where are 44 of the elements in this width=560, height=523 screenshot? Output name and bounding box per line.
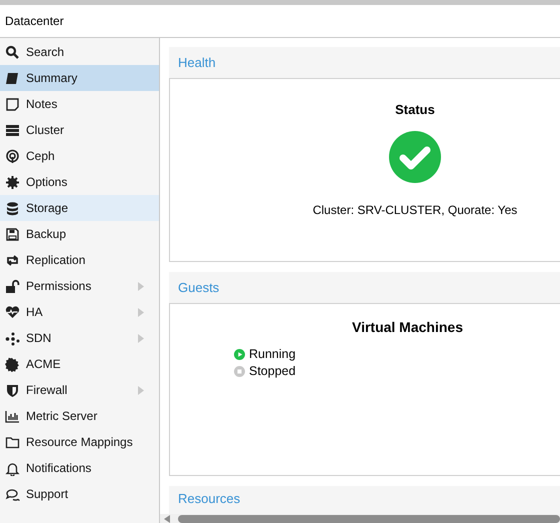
panel-title: Resources <box>178 491 240 506</box>
sidebar-item[interactable]: Support <box>0 481 159 507</box>
sidebar-item[interactable]: Firewall <box>0 377 159 403</box>
sidebar-item[interactable]: SDN <box>0 325 159 351</box>
sidebar-item[interactable]: Replication <box>0 247 159 273</box>
legend-label: Running <box>249 347 296 361</box>
sidebar-item[interactable]: Ceph <box>0 143 159 169</box>
search-icon <box>5 44 20 60</box>
sidebar-item[interactable]: Resource Mappings <box>0 429 159 455</box>
sidebar-item[interactable]: Metric Server <box>0 403 159 429</box>
sidebar-item[interactable]: Options <box>0 169 159 195</box>
unlocked-padlock-icon <box>5 278 20 294</box>
bell-icon <box>5 460 20 476</box>
bar-chart-icon <box>5 408 20 424</box>
status-title: Status <box>395 102 435 117</box>
scrollbar-thumb[interactable] <box>178 515 560 523</box>
legend-label: Stopped <box>249 364 296 378</box>
badge-seal-icon <box>5 356 20 372</box>
note-icon <box>5 96 20 112</box>
sidebar-item[interactable]: Storage <box>0 195 159 221</box>
sidebar-item[interactable]: Cluster <box>0 117 159 143</box>
panel-title: Guests <box>178 280 220 295</box>
panel-title: Health <box>178 55 216 70</box>
sidebar-item[interactable]: Backup <box>0 221 159 247</box>
sidebar-item[interactable]: Notifications <box>0 455 159 481</box>
replication-arrows-icon <box>5 252 20 268</box>
horizontal-scrollbar[interactable] <box>160 514 560 523</box>
sidebar-item[interactable]: Permissions <box>0 273 159 299</box>
breadcrumb-title: Datacenter <box>5 14 64 28</box>
heartbeat-icon <box>5 304 20 320</box>
sidebar-item[interactable]: Search <box>0 39 159 65</box>
sidebar-item[interactable]: HA <box>0 299 159 325</box>
server-rack-icon <box>5 122 20 138</box>
shield-icon <box>5 382 20 398</box>
sidebar-item[interactable]: ACME <box>0 351 159 377</box>
folder-icon <box>5 434 20 450</box>
database-icon <box>5 200 20 216</box>
network-nodes-icon <box>5 330 20 346</box>
sidebar-item[interactable]: Summary <box>0 65 159 91</box>
scroll-left-icon[interactable] <box>164 514 170 522</box>
sidebar-item[interactable]: Notes <box>0 91 159 117</box>
virtual-machines-title: Virtual Machines <box>350 319 464 335</box>
gear-icon <box>5 174 20 190</box>
cluster-status-text: Cluster: SRV-CLUSTER, Quorate: Yes <box>312 203 518 217</box>
